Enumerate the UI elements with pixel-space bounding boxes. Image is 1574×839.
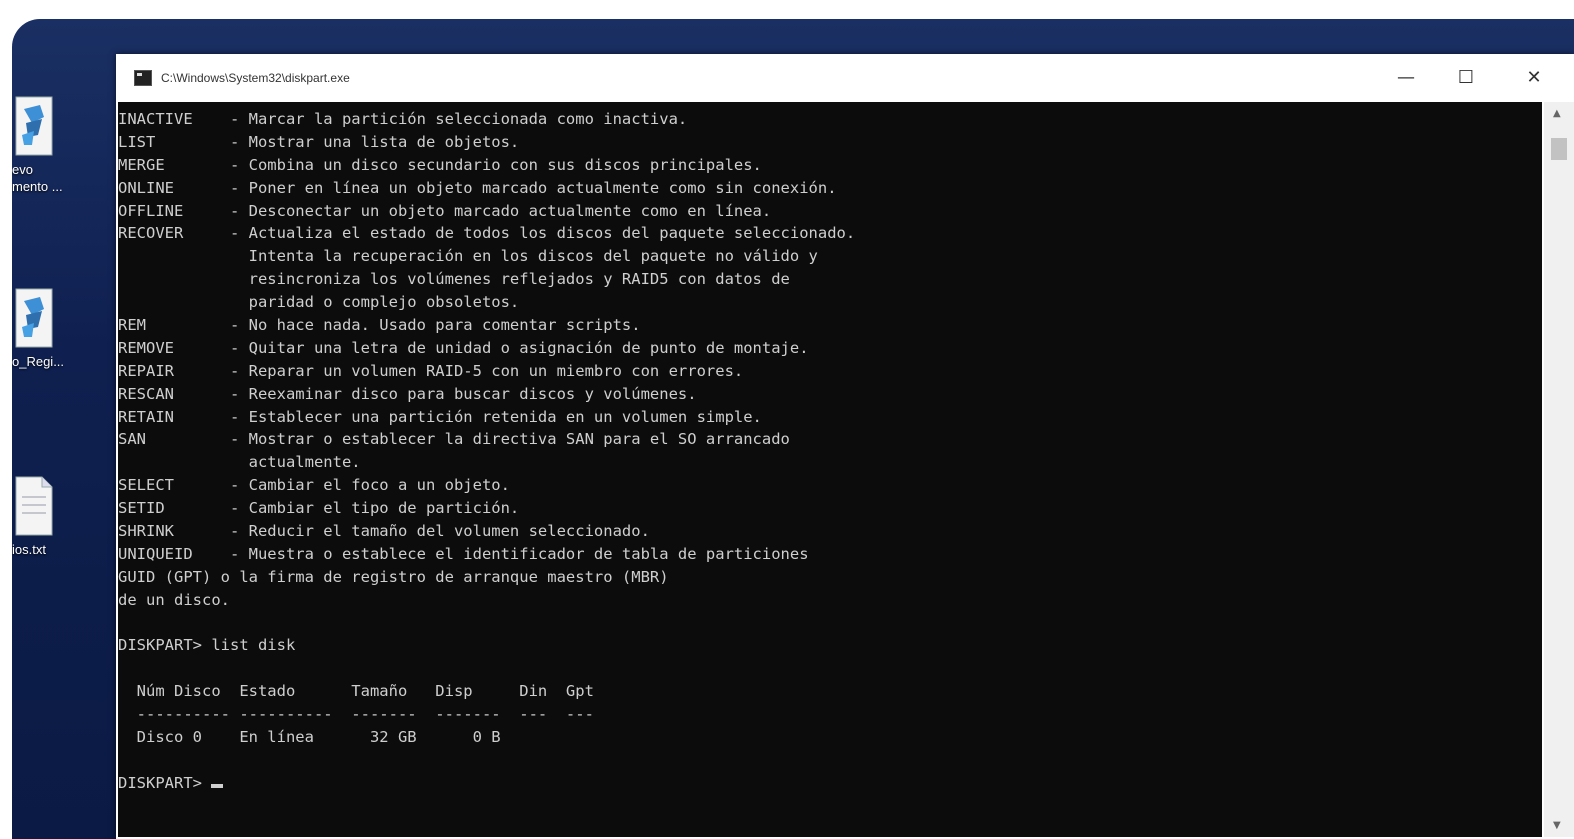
console-line: SHRINK - Reducir el tamaño del volumen s… <box>118 522 650 541</box>
console-line: Núm Disco Estado Tamaño Disp Din Gpt <box>118 682 594 701</box>
desktop-icon-registry[interactable]: o_Regi... <box>12 287 112 370</box>
console-line: ---------- ---------- ------- ------- --… <box>118 705 594 724</box>
desktop-icon-textfile[interactable]: ios.txt <box>12 475 112 558</box>
registry-icon <box>15 288 53 348</box>
desktop-icon-label: evo mento ... <box>12 162 63 194</box>
desktop-icon-document[interactable]: evo mento ... <box>12 95 112 195</box>
console-line: MERGE - Combina un disco secundario con … <box>118 155 762 174</box>
maximize-button[interactable]: ☐ <box>1432 54 1500 100</box>
console-line: REPAIR - Reparar un volumen RAID-5 con u… <box>118 361 744 380</box>
console-text: INACTIVE - Marcar la partición seleccion… <box>118 102 1542 795</box>
minimize-button[interactable]: — <box>1372 54 1440 100</box>
console-output[interactable]: INACTIVE - Marcar la partición seleccion… <box>118 102 1542 837</box>
console-line: UNIQUEID - Muestra o establece el identi… <box>118 544 809 563</box>
scroll-thumb[interactable] <box>1551 138 1567 160</box>
console-app-icon <box>134 70 152 86</box>
maximize-icon: ☐ <box>1457 66 1475 88</box>
text-cursor <box>211 783 224 788</box>
minimize-icon: — <box>1397 66 1415 88</box>
console-line: RECOVER - Actualiza el estado de todos l… <box>118 224 856 243</box>
console-line: DISKPART> list disk <box>118 636 296 655</box>
scroll-up-arrow-icon[interactable]: ▲ <box>1553 108 1561 119</box>
console-line: paridad o complejo obsoletos. <box>118 293 520 312</box>
console-line: SETID - Cambiar el tipo de partición. <box>118 499 520 518</box>
document-registry-icon <box>15 96 53 156</box>
text-file-icon <box>15 476 53 536</box>
close-button[interactable]: ✕ <box>1500 54 1568 100</box>
console-line: LIST - Mostrar una lista de objetos. <box>118 132 520 151</box>
console-line: Intenta la recuperación en los discos de… <box>118 247 818 266</box>
console-line: Disco 0 En línea 32 GB 0 B <box>118 728 501 747</box>
console-line: SAN - Mostrar o establecer la directiva … <box>118 430 790 449</box>
console-line: RETAIN - Establecer una partición reteni… <box>118 407 762 426</box>
desktop-icon-label: o_Regi... <box>12 354 65 369</box>
console-line: resincroniza los volúmenes reflejados y … <box>118 270 790 289</box>
desktop-icon-label: ios.txt <box>12 542 46 557</box>
console-line: GUID (GPT) o la firma de registro de arr… <box>118 567 669 586</box>
title-bar[interactable]: C:\Windows\System32\diskpart.exe — ☐ ✕ <box>116 54 1574 102</box>
scroll-down-arrow-icon[interactable]: ▼ <box>1553 820 1561 831</box>
console-line: INACTIVE - Marcar la partición seleccion… <box>118 110 688 128</box>
console-line: REMOVE - Quitar una letra de unidad o as… <box>118 338 809 357</box>
console-line: ONLINE - Poner en línea un objeto marcad… <box>118 178 837 197</box>
console-line: REM - No hace nada. Usado para comentar … <box>118 316 641 335</box>
console-line: de un disco. <box>118 590 230 609</box>
window-title: C:\Windows\System32\diskpart.exe <box>161 71 350 85</box>
diskpart-window: C:\Windows\System32\diskpart.exe — ☐ ✕ I… <box>116 54 1574 839</box>
vertical-scrollbar[interactable]: ▲ ▼ <box>1544 102 1574 837</box>
console-line: OFFLINE - Desconectar un objeto marcado … <box>118 201 772 220</box>
console-line: RESCAN - Reexaminar disco para buscar di… <box>118 384 697 403</box>
console-line: DISKPART> <box>118 772 1542 795</box>
close-icon: ✕ <box>1526 66 1542 88</box>
console-line: actualmente. <box>118 453 361 472</box>
console-line: SELECT - Cambiar el foco a un objeto. <box>118 476 510 495</box>
